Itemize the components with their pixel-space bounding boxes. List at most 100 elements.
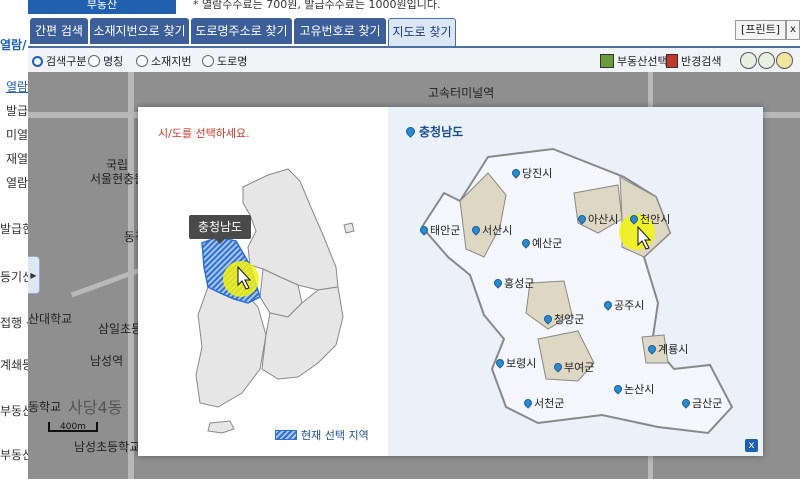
radio-button[interactable]	[88, 55, 100, 67]
city-taean[interactable]: 태안군	[418, 222, 460, 238]
region-tooltip: 충청남도	[189, 215, 251, 244]
tool-label: 반경검색	[681, 55, 722, 68]
search-type-label: 검색구분 :	[46, 55, 94, 68]
radius-search-tool[interactable]: 반경검색	[666, 53, 721, 69]
city-label: 서산시	[482, 224, 513, 237]
map-label: 사당4동	[68, 398, 123, 417]
chevron-right-icon: ▶	[30, 270, 37, 280]
property-select-tool[interactable]: 부동산선택	[600, 53, 668, 69]
pin-icon	[542, 313, 554, 325]
left-sidebar: 열람/ 열람 발급 미열 재열 열람 발급현 등기신 접행 신 계쇄등 부동산 …	[0, 0, 28, 479]
legend-label: 현재 선택 지역	[301, 429, 369, 442]
fee-note: * 열람수수료는 700원, 발급수수료는 1000원입니다.	[193, 0, 441, 11]
city-label: 예산군	[532, 237, 563, 250]
pin-icon	[602, 299, 614, 311]
ruler-icon[interactable]	[776, 52, 793, 69]
city-seosan[interactable]: 서산시	[470, 222, 513, 238]
region-ulleung[interactable]	[343, 222, 355, 234]
pin-icon	[520, 237, 532, 249]
city-label: 아산시	[588, 213, 619, 226]
pin-icon	[494, 357, 506, 369]
sidebar-item-1[interactable]: 열람	[6, 78, 28, 95]
radio-button[interactable]	[202, 55, 214, 67]
flag-icon	[666, 54, 678, 68]
city-gongju[interactable]: 공주시	[602, 297, 645, 313]
region-jeju[interactable]	[207, 420, 235, 434]
radio-label: 명칭	[103, 55, 124, 68]
city-boryeong[interactable]: 보령시	[494, 355, 537, 371]
city-label: 보령시	[506, 357, 537, 370]
map-label: 산대학교	[28, 312, 73, 326]
zoom-in-icon[interactable]	[740, 52, 757, 69]
sidebar-item-7[interactable]: 등기신	[0, 268, 28, 285]
brand-banner: 부동산	[28, 0, 176, 14]
city-gyeryong[interactable]: 계룡시	[646, 341, 688, 357]
city-label: 공주시	[614, 299, 645, 312]
sidebar-item-3[interactable]: 미열	[6, 126, 28, 143]
print-button[interactable]: [프린트]	[735, 20, 786, 40]
map-label: 고속터미널역	[428, 86, 495, 100]
sidebar-item-8[interactable]: 접행 신	[0, 314, 28, 331]
korea-map	[195, 168, 355, 434]
city-dangjin[interactable]: 당진시	[510, 165, 553, 181]
region-select-modal: 시/도를 선택하세요. 충청남도 현재 선택 지역 충청남도 당진시 태안군 서…	[138, 107, 763, 456]
pin-icon	[552, 361, 564, 373]
city-label: 천안시	[640, 213, 671, 226]
city-hongseong[interactable]: 홍성군	[492, 275, 534, 291]
zoom-out-icon[interactable]	[758, 52, 775, 69]
map-label: 서울현충원	[90, 172, 146, 186]
sidebar-toggle-button[interactable]: ▶	[28, 256, 40, 294]
radio-road[interactable]: 도로명	[202, 53, 247, 69]
city-label: 당진시	[522, 167, 553, 180]
pin-icon	[576, 213, 588, 225]
map-label: 남성역	[90, 354, 124, 368]
city-geumsan[interactable]: 금산군	[680, 395, 723, 411]
map-icon	[600, 54, 614, 68]
pin-icon	[470, 224, 482, 236]
city-buyeo[interactable]: 부여군	[552, 359, 595, 375]
sidebar-item-2[interactable]: 발급	[6, 102, 28, 119]
tool-label: 부동산선택	[617, 55, 668, 68]
tab-lot-number[interactable]: 소재지번으로 찾기	[90, 18, 189, 44]
city-label: 논산시	[624, 383, 655, 396]
close-button[interactable]: x	[786, 20, 800, 40]
city-yesan[interactable]: 예산군	[520, 235, 563, 251]
map-scale-text: 400m	[60, 422, 86, 432]
sidebar-item-0[interactable]: 열람/	[0, 36, 26, 53]
tab-unique-number[interactable]: 고유번호로 찾기	[294, 18, 386, 44]
radio-button[interactable]	[136, 55, 148, 67]
search-tabs: 간편 검색 소재지번으로 찾기 도로명주소로 찾기 고유번호로 찾기 지도로 찾…	[28, 16, 800, 48]
sidebar-item-10[interactable]: 부동산	[0, 402, 28, 419]
sidebar-item-4[interactable]: 재열	[6, 150, 28, 167]
city-cheonan[interactable]: 천안시	[628, 211, 671, 227]
region-jeolla[interactable]	[195, 284, 267, 408]
radio-name[interactable]: 명칭	[88, 53, 123, 69]
national-map-panel: 시/도를 선택하세요. 충청남도 현재 선택 지역	[138, 107, 388, 456]
map-label: 동학교	[28, 400, 62, 414]
sidebar-item-5[interactable]: 열람	[6, 174, 28, 191]
sidebar-item-9[interactable]: 계쇄등	[0, 356, 28, 373]
province-map-panel: 충청남도 당진시 태안군 서산시 아산시 천안시 예산군 홍성군 청양군 공주시…	[388, 107, 763, 456]
pin-icon	[628, 213, 640, 225]
city-label: 금산군	[692, 397, 723, 410]
city-label: 서천군	[534, 397, 565, 410]
city-nonsan[interactable]: 논산시	[612, 381, 655, 397]
tab-simple-search[interactable]: 간편 검색	[30, 18, 88, 44]
city-seocheon[interactable]: 서천군	[522, 395, 565, 411]
tab-road-address[interactable]: 도로명주소로 찾기	[191, 18, 292, 44]
sidebar-item-6[interactable]: 발급현	[0, 220, 28, 237]
search-icon	[32, 55, 43, 67]
pin-icon	[522, 397, 534, 409]
city-label: 부여군	[564, 361, 595, 374]
city-label: 청양군	[554, 313, 585, 326]
sidebar-item-11[interactable]: 부동산	[0, 446, 28, 463]
modal-close-button[interactable]: x	[745, 439, 758, 452]
radio-lot[interactable]: 소재지번	[136, 53, 191, 69]
radio-label: 도로명	[217, 55, 248, 68]
map-legend: 현재 선택 지역	[275, 427, 369, 443]
tab-map-search[interactable]: 지도로 찾기	[388, 18, 456, 46]
pin-icon	[492, 277, 504, 289]
city-asan[interactable]: 아산시	[576, 211, 619, 227]
hatch-swatch	[275, 430, 297, 440]
city-cheongyang[interactable]: 청양군	[542, 311, 585, 327]
